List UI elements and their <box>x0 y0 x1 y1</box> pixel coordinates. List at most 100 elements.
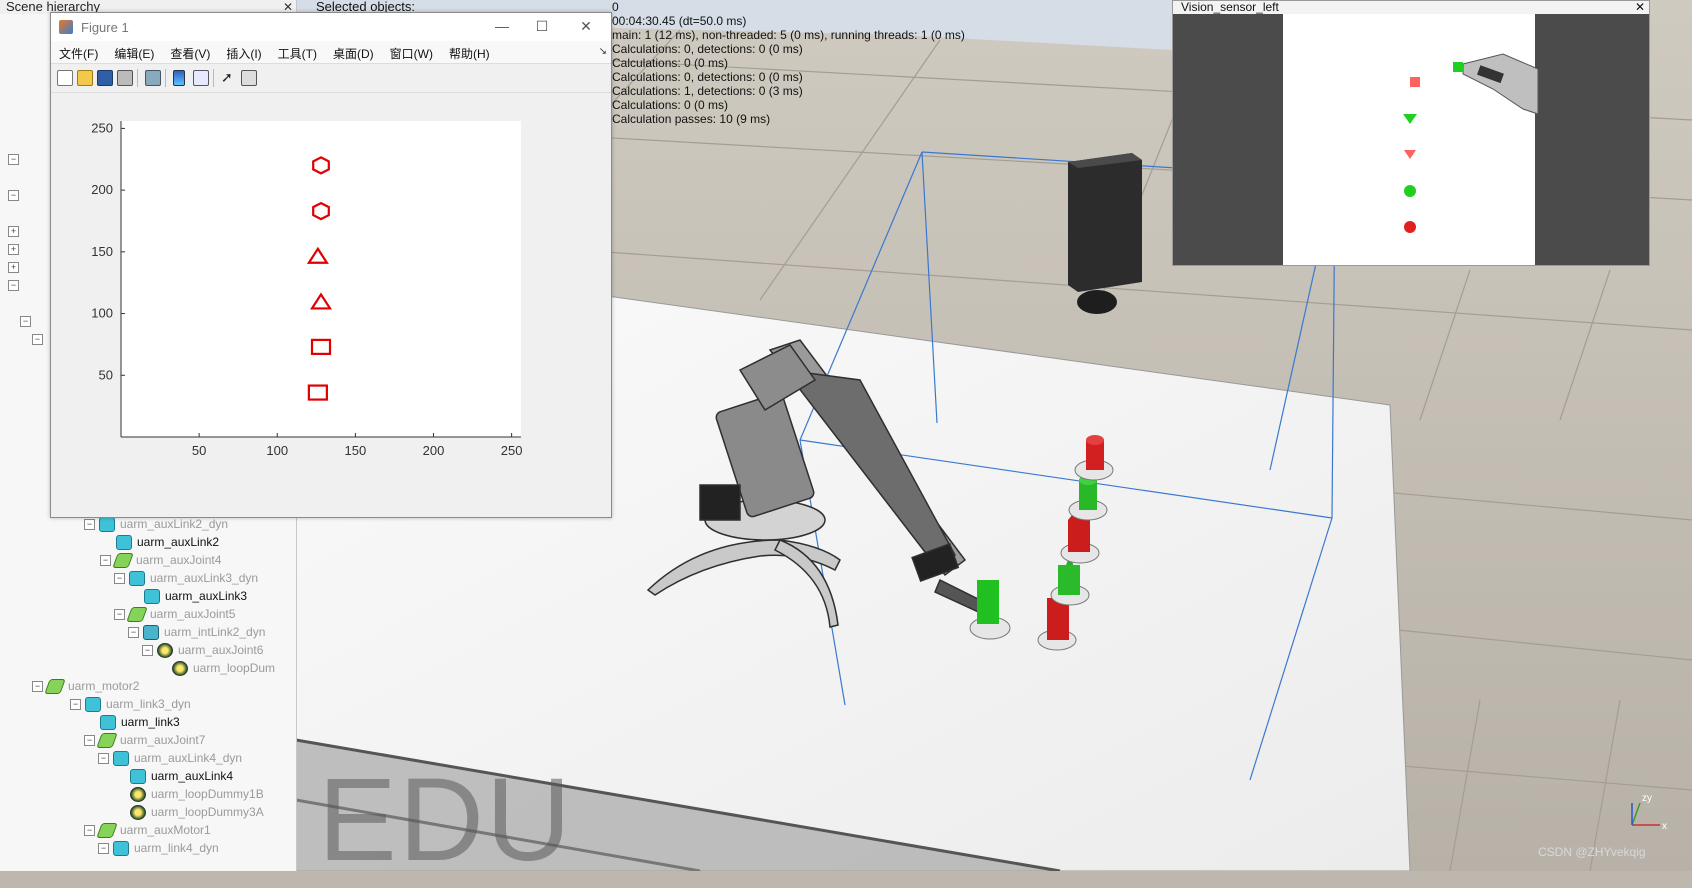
tree-item[interactable]: − uarm_auxJoint7 <box>84 731 205 749</box>
tree-item[interactable]: uarm_link3 <box>100 713 180 731</box>
insert-colorbar-icon[interactable] <box>173 70 185 86</box>
tree-expander[interactable]: + <box>8 240 23 258</box>
tree-item-label: uarm_link4_dyn <box>134 841 219 855</box>
tree-expander[interactable]: − <box>84 519 95 531</box>
tree-item-label: uarm_auxJoint4 <box>136 553 222 567</box>
close-icon[interactable]: ✕ <box>571 16 601 36</box>
status-line: Calculations: 0, detections: 0 (0 ms) <box>612 42 803 56</box>
menu-item[interactable]: 帮助(H) <box>441 41 498 62</box>
tree-item[interactable]: − uarm_motor2 <box>32 677 139 695</box>
y-tick-label: 100 <box>91 306 113 321</box>
shape-icon <box>143 625 159 641</box>
tree-item-label: uarm_auxLink2 <box>137 535 220 549</box>
pointer-icon[interactable]: ➚ <box>221 70 235 84</box>
tree-item[interactable]: − uarm_auxLink4_dyn <box>98 749 242 767</box>
tree-item-label: uarm_auxJoint6 <box>178 643 264 657</box>
tree-expander[interactable]: − <box>8 150 23 168</box>
tree-item[interactable]: − uarm_auxMotor1 <box>84 821 211 839</box>
tree-expander[interactable]: − <box>114 609 125 621</box>
tree-item[interactable]: uarm_loopDummy3A <box>130 803 264 821</box>
tree-expander[interactable]: − <box>32 681 43 693</box>
minimize-icon[interactable]: — <box>487 16 517 36</box>
tree-item[interactable]: uarm_loopDum <box>172 659 275 677</box>
tree-item-label: uarm_auxJoint7 <box>120 733 206 747</box>
tree-item-label: uarm_auxLink4_dyn <box>134 751 243 765</box>
insert-legend-icon[interactable] <box>193 70 209 86</box>
tree-expander[interactable]: − <box>70 699 81 711</box>
property-inspector-icon[interactable] <box>241 70 257 86</box>
shape-icon <box>113 751 129 767</box>
open-folder-icon[interactable] <box>77 70 93 86</box>
menu-item[interactable]: 桌面(D) <box>325 41 382 62</box>
shape-icon <box>130 769 146 785</box>
tree-item-label: uarm_auxLink2_dyn <box>120 517 229 531</box>
joint-icon <box>96 823 118 839</box>
print-icon[interactable] <box>117 70 133 86</box>
vision-sensor-window[interactable]: Vision_sensor_left ✕ <box>1172 0 1650 266</box>
joint-icon <box>44 679 66 695</box>
tree-item-label: uarm_auxLink3 <box>165 589 248 603</box>
print-preview-icon[interactable] <box>145 70 161 86</box>
menu-item[interactable]: 查看(V) <box>162 41 218 62</box>
tree-expander[interactable]: − <box>98 843 109 855</box>
menu-item[interactable]: 编辑(E) <box>106 41 162 62</box>
tree-expander[interactable]: − <box>98 753 109 765</box>
shape-icon <box>144 589 160 605</box>
figure-window[interactable]: Figure 1 — ☐ ✕ 文件(F) 编辑(E) 查看(V) 插入(I) 工具(T)… <box>50 12 612 518</box>
tree-item[interactable]: uarm_loopDummy1B <box>130 785 264 803</box>
save-icon[interactable] <box>97 70 113 86</box>
vision-sensor-titlebar[interactable]: Vision_sensor_left ✕ <box>1173 1 1649 14</box>
tree-expander[interactable]: − <box>32 330 47 348</box>
tree-item[interactable]: − uarm_link3_dyn <box>70 695 191 713</box>
tree-expander[interactable]: − <box>8 186 23 204</box>
status-line: 0 <box>612 0 619 14</box>
tree-expander[interactable]: + <box>8 258 23 276</box>
tree-expander[interactable]: − <box>142 645 153 657</box>
y-tick-label: 250 <box>91 120 113 135</box>
tree-item-label: uarm_auxMotor1 <box>120 823 211 837</box>
shape-icon <box>116 535 132 551</box>
y-tick-label: 50 <box>99 367 113 382</box>
tree-item[interactable]: − uarm_auxLink3_dyn <box>114 569 258 587</box>
plot-area[interactable]: 50 100 150 200 250 50 100 150 200 250 <box>51 93 611 517</box>
maximize-icon[interactable]: ☐ <box>527 16 557 36</box>
close-icon[interactable]: ✕ <box>1635 1 1645 14</box>
tree-item-label: uarm_loopDummy1B <box>151 787 264 801</box>
tree-item[interactable]: uarm_auxLink2 <box>116 533 219 551</box>
tree-expander[interactable]: − <box>114 573 125 585</box>
figure-titlebar[interactable]: Figure 1 — ☐ ✕ <box>51 13 611 41</box>
status-lines: 0 00:04:30.45 (dt=50.0 ms) main: 1 (12 ms)… <box>612 0 965 126</box>
csdn-watermark: CSDN @ZHYvekqig <box>1538 845 1646 859</box>
tree-item[interactable]: − uarm_link4_dyn <box>98 839 219 857</box>
tree-item[interactable]: − uarm_auxJoint4 <box>100 551 221 569</box>
tree-expander[interactable]: − <box>100 555 111 567</box>
menu-item[interactable]: 工具(T) <box>270 41 325 62</box>
tree-item[interactable]: − uarm_auxJoint6 <box>142 641 263 659</box>
tree-item[interactable]: uarm_auxLink3 <box>144 587 247 605</box>
menu-item[interactable]: 窗口(W) <box>382 41 441 62</box>
menu-item[interactable]: 插入(I) <box>218 41 269 62</box>
status-line: Calculations: 0 (0 ms) <box>612 56 729 70</box>
plot-background <box>121 121 521 437</box>
tree-expander[interactable]: + <box>8 222 23 240</box>
tree-item-label: uarm_loopDum <box>193 661 276 675</box>
vision-sensor-title: Vision_sensor_left <box>1181 0 1279 14</box>
tree-item[interactable]: uarm_auxLink4 <box>130 767 233 785</box>
tree-expander[interactable]: − <box>8 276 23 294</box>
joint-icon <box>126 607 148 623</box>
scatter-chart[interactable]: 50 100 150 200 250 50 100 150 200 250 <box>51 93 611 517</box>
tree-item-label: uarm_link3_dyn <box>106 697 191 711</box>
tree-item[interactable]: − uarm_auxJoint5 <box>114 605 235 623</box>
tree-expander[interactable]: − <box>128 627 139 639</box>
x-tick-label: 250 <box>501 443 523 458</box>
tree-item-label: uarm_auxLink3_dyn <box>150 571 259 585</box>
tree-expander[interactable]: − <box>20 312 35 330</box>
menu-item[interactable]: 文件(F) <box>51 41 106 62</box>
status-line: main: 1 (12 ms), non-threaded: 5 (0 ms),… <box>612 28 965 42</box>
status-line: Calculations: 0 (0 ms) <box>612 98 729 112</box>
tree-expander[interactable]: − <box>84 825 95 837</box>
tree-item[interactable]: − uarm_intLink2_dyn <box>128 623 265 641</box>
menubar-overflow-icon[interactable]: ↘ <box>599 46 607 57</box>
tree-expander[interactable]: − <box>84 735 95 747</box>
new-file-icon[interactable] <box>57 70 73 86</box>
